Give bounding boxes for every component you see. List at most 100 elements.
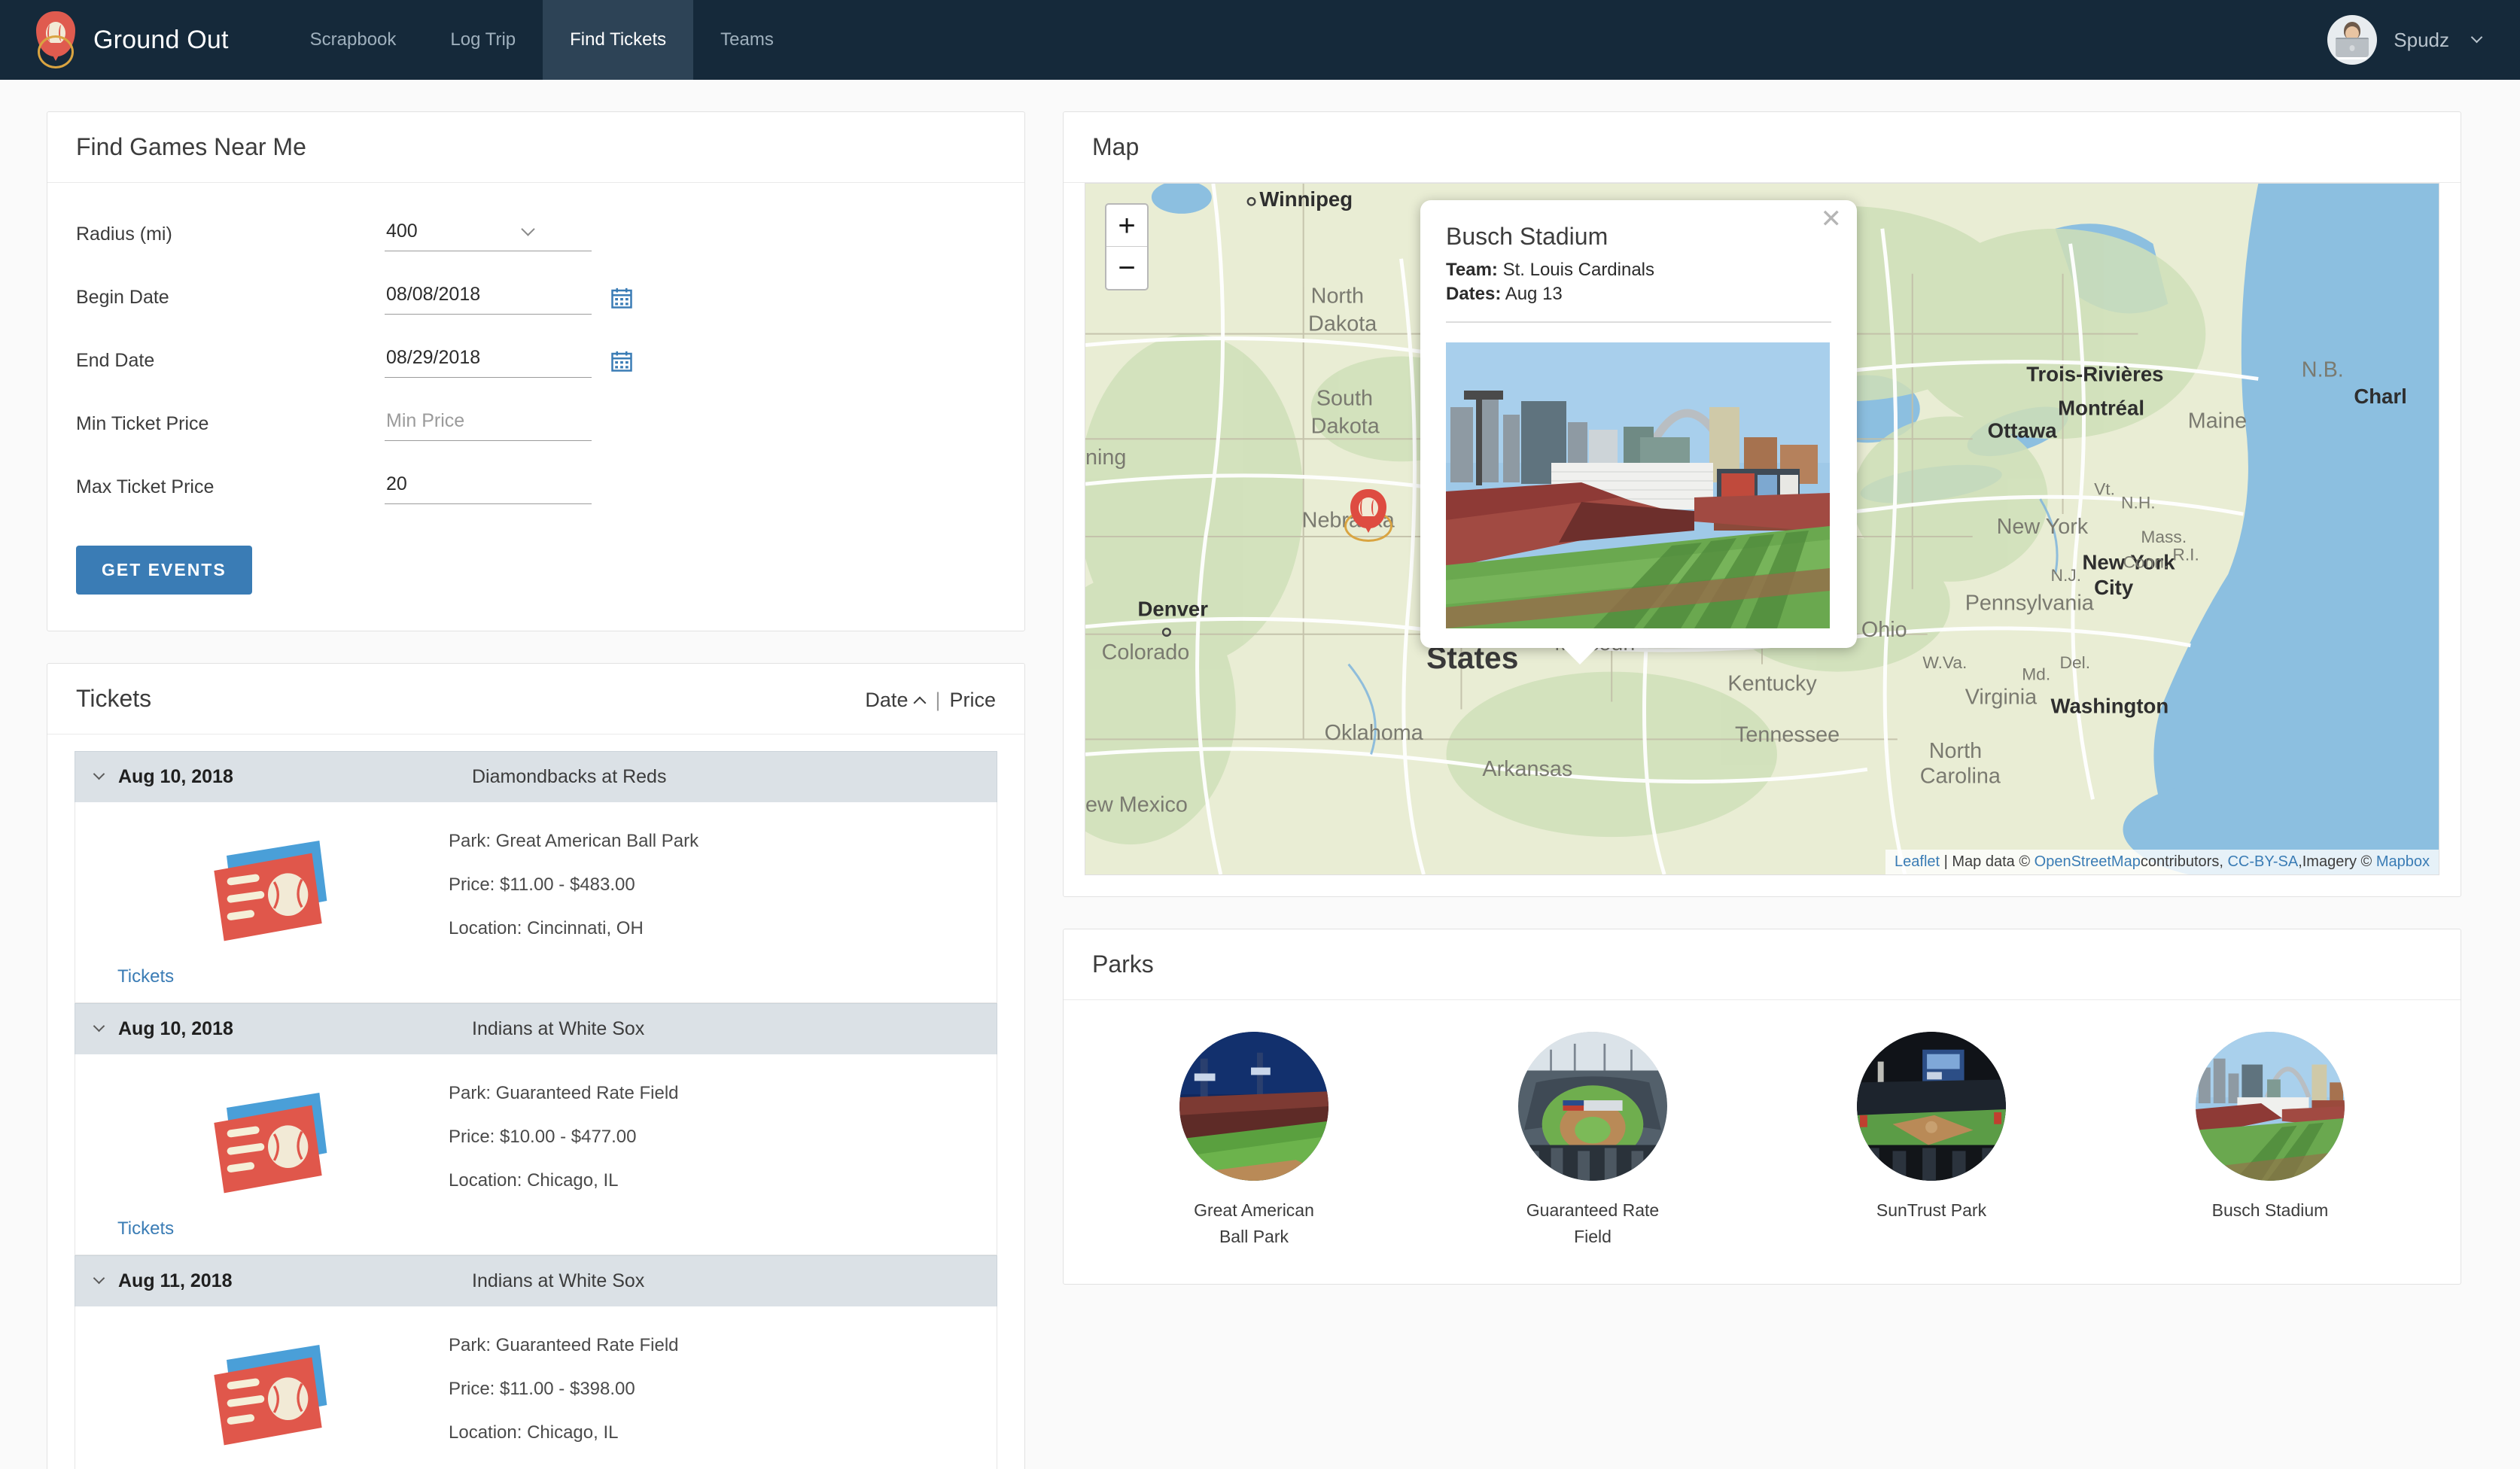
svg-text:Washington: Washington [2051,694,2169,717]
park-item-suntrust-park[interactable]: SunTrust Park [1762,1032,2101,1249]
svg-text:N.J.: N.J. [2051,565,2081,585]
svg-text:Winnipeg: Winnipeg [1259,187,1353,211]
nav-link-find-tickets[interactable]: Find Tickets [543,0,694,80]
username-label: Spudz [2394,28,2449,51]
park-name: SunTrust Park [1876,1200,1987,1220]
tickets-panel: Tickets Date | Price Aug 10, 2018 Diamon… [47,663,1025,1469]
baseball-ticket-icon [196,1074,347,1202]
user-menu[interactable]: Spudz [2327,0,2483,80]
close-icon[interactable]: ✕ [1821,206,1843,232]
end-date-label: End Date [76,350,155,371]
svg-text:Vt.: Vt. [2094,479,2115,499]
form-row-end-date: End Date [76,344,996,378]
end-date-input[interactable] [385,344,592,378]
right-column: Map Winnipeg North Dakota South Dakota n… [1063,111,2461,1316]
brand-name: Ground Out [93,25,229,54]
zoom-out-button[interactable]: − [1106,247,1147,289]
baseball-ticket-icon [196,822,347,950]
ticket-row-header[interactable]: Aug 11, 2018 Indians at White Sox [75,1255,997,1306]
map-popup: ✕ Busch Stadium Team: St. Louis Cardinal… [1420,200,1857,665]
list-item: Aug 10, 2018 Indians at White Sox Ticket… [75,1003,997,1255]
map-zoom-controls: + − [1105,203,1149,290]
svg-text:Dakota: Dakota [1311,415,1380,439]
caret-up-icon[interactable] [913,696,927,709]
sort-by-date-button[interactable]: Date [865,689,908,712]
calendar-icon[interactable] [610,350,633,373]
max-price-input[interactable] [385,470,592,504]
cc-by-sa-link[interactable]: CC-BY-SA [2227,853,2298,870]
parks-header: Parks [1064,929,2461,1000]
sort-by-price-button[interactable]: Price [949,689,996,712]
divider [1446,321,1831,323]
nav-link-scrapbook[interactable]: Scrapbook [283,0,424,80]
ticket-art-column: Tickets [95,822,449,987]
ticket-link[interactable]: Tickets [117,1218,174,1239]
popup-team-value: St. Louis Cardinals [1502,260,1655,280]
end-date-field-wrap [385,344,592,378]
ticket-row-body: Tickets Park: Guaranteed Rate Field Pric… [75,1054,997,1255]
suntrust-park-photo [1857,1032,2006,1181]
svg-text:Tennessee: Tennessee [1735,723,1840,747]
min-price-label: Min Ticket Price [76,413,209,434]
svg-text:Oklahoma: Oklahoma [1325,721,1423,745]
get-events-button[interactable]: GET EVENTS [76,546,252,595]
svg-text:N.B.: N.B. [2302,357,2344,382]
map-marker-st-louis[interactable] [1344,489,1392,543]
begin-date-label: Begin Date [76,287,169,308]
avatar[interactable] [2327,15,2378,65]
zoom-in-button[interactable]: + [1106,205,1147,247]
calendar-icon[interactable] [610,287,633,309]
openstreetmap-link[interactable]: OpenStreetMap [2035,853,2141,870]
list-item: Aug 10, 2018 Diamondbacks at Reds Ticket… [75,751,997,1003]
park-item-guaranteed-rate-field[interactable]: Guaranteed Rate Field [1423,1032,1762,1249]
park-item-busch-stadium[interactable]: Busch Stadium [2101,1032,2439,1249]
ticket-park: Park: Guaranteed Rate Field [449,1335,679,1355]
nav-link-log-trip[interactable]: Log Trip [423,0,543,80]
ticket-date: Aug 11, 2018 [118,1270,233,1291]
svg-text:Del.: Del. [2060,652,2090,672]
panel-title: Map [1092,133,1140,160]
list-item: Aug 11, 2018 Indians at White Sox Park: … [75,1255,997,1469]
svg-text:Maine: Maine [2188,409,2247,433]
form-row-radius: Radius (mi) [76,217,996,251]
popup-team-label: Team: [1446,260,1498,280]
min-price-input[interactable] [385,407,592,441]
ticket-details: Park: Great American Ball Park Price: $1… [449,822,698,987]
attrib-map-data: Map data © [1952,853,2035,870]
popup-dates-label: Dates: [1446,284,1502,304]
svg-text:Denver: Denver [1138,598,1209,621]
ticket-row-header[interactable]: Aug 10, 2018 Indians at White Sox [75,1003,997,1054]
nav-link-teams[interactable]: Teams [693,0,801,80]
baseball-ticket-icon [196,1326,347,1454]
svg-text:N.H.: N.H. [2121,493,2156,512]
svg-text:Carolina: Carolina [1920,764,2001,788]
ticket-link[interactable]: Tickets [117,966,174,987]
svg-text:Conn.: Conn. [2123,552,2168,571]
chevron-down-icon[interactable] [93,1020,105,1033]
svg-text:Arkansas: Arkansas [1482,757,1572,781]
begin-date-input[interactable] [385,281,592,315]
mapbox-link[interactable]: Mapbox [2376,853,2430,870]
chevron-down-icon[interactable] [93,768,105,780]
chevron-down-icon[interactable] [93,1272,105,1285]
svg-text:ew Mexico: ew Mexico [1085,793,1188,817]
ticket-art-column: Tickets [95,1326,449,1469]
busch-stadium-photo [2196,1032,2345,1181]
radius-select[interactable] [385,217,592,251]
park-item-great-american-ball-park[interactable]: Great American Ball Park [1085,1032,1423,1249]
leaflet-link[interactable]: Leaflet [1895,853,1940,870]
map-canvas[interactable]: Winnipeg North Dakota South Dakota ning … [1085,183,2439,875]
svg-text:South: South [1316,387,1373,411]
panel-title: Parks [1092,950,1154,978]
svg-text:Md.: Md. [2022,664,2050,683]
chevron-down-icon [2470,31,2483,43]
radius-label: Radius (mi) [76,224,172,245]
map-attribution: Leaflet | Map data © OpenStreetMapcontri… [1885,850,2439,874]
svg-text:City: City [2094,576,2134,599]
ticket-row-body: Tickets Park: Great American Ball Park P… [75,802,997,1003]
ticket-row-header[interactable]: Aug 10, 2018 Diamondbacks at Reds [75,751,997,802]
brand-logo-area[interactable]: Ground Out [0,0,229,80]
svg-text:Mass.: Mass. [2141,527,2187,546]
find-games-header: Find Games Near Me [47,112,1024,183]
great-american-ball-park-photo [1179,1032,1328,1181]
